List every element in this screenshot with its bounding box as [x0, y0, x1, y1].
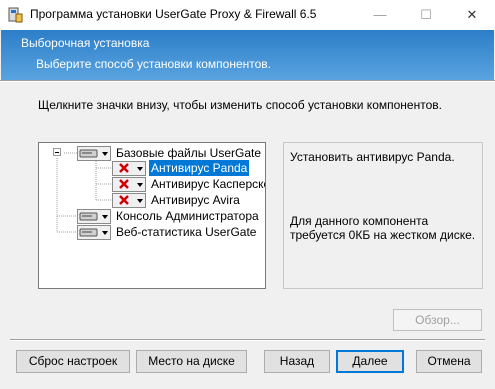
tree-item-label: Веб-статистика UserGate: [116, 225, 257, 239]
close-button[interactable]: ✕: [449, 0, 495, 30]
header-banner: Выборочная установка Выберите способ уст…: [1, 30, 494, 80]
drive-install-icon[interactable]: [77, 146, 111, 161]
tree-item-label: Антивирус Avira: [151, 193, 240, 207]
feature-description-panel: Установить антивирус Panda. Для данного …: [283, 142, 483, 289]
cancel-button[interactable]: Отмена: [416, 350, 482, 373]
drive-install-icon[interactable]: [77, 225, 111, 240]
window-title: Программа установки UserGate Proxy & Fir…: [30, 7, 317, 21]
disk-space-note: Для данного компонента требуется 0КБ на …: [290, 214, 476, 242]
disk-usage-button[interactable]: Место на диске: [136, 350, 247, 373]
not-installed-icon[interactable]: [112, 193, 146, 208]
collapse-toggle[interactable]: [53, 148, 61, 156]
drive-install-icon[interactable]: [77, 209, 111, 224]
maximize-button[interactable]: ☐: [403, 0, 449, 30]
title-bar: Программа установки UserGate Proxy & Fir…: [0, 0, 495, 30]
tree-item-label: Базовые файлы UserGate Proxy & Firewall: [116, 146, 265, 160]
tree-item-label: Антивирус Panda: [149, 160, 250, 176]
minimize-button[interactable]: —: [357, 0, 403, 30]
reset-button[interactable]: Сброс настроек: [16, 350, 130, 373]
feature-description: Установить антивирус Panda.: [290, 150, 455, 164]
installer-app-icon: [8, 7, 23, 23]
not-installed-icon[interactable]: [112, 161, 146, 176]
not-installed-icon[interactable]: [112, 177, 146, 192]
next-button[interactable]: Далее: [336, 350, 404, 373]
browse-button[interactable]: Обзор...: [393, 309, 482, 331]
banner-title: Выборочная установка: [21, 36, 150, 50]
feature-tree[interactable]: Базовые файлы UserGate Proxy & Firewall …: [38, 142, 266, 289]
tree-item-label: Консоль Администратора: [116, 209, 259, 223]
instruction-text: Щелкните значки внизу, чтобы изменить сп…: [38, 98, 442, 112]
tree-item-label: Антивирус Касперского: [151, 177, 265, 191]
banner-subtitle: Выберите способ установки компонентов.: [36, 57, 271, 71]
back-button[interactable]: Назад: [264, 350, 330, 373]
